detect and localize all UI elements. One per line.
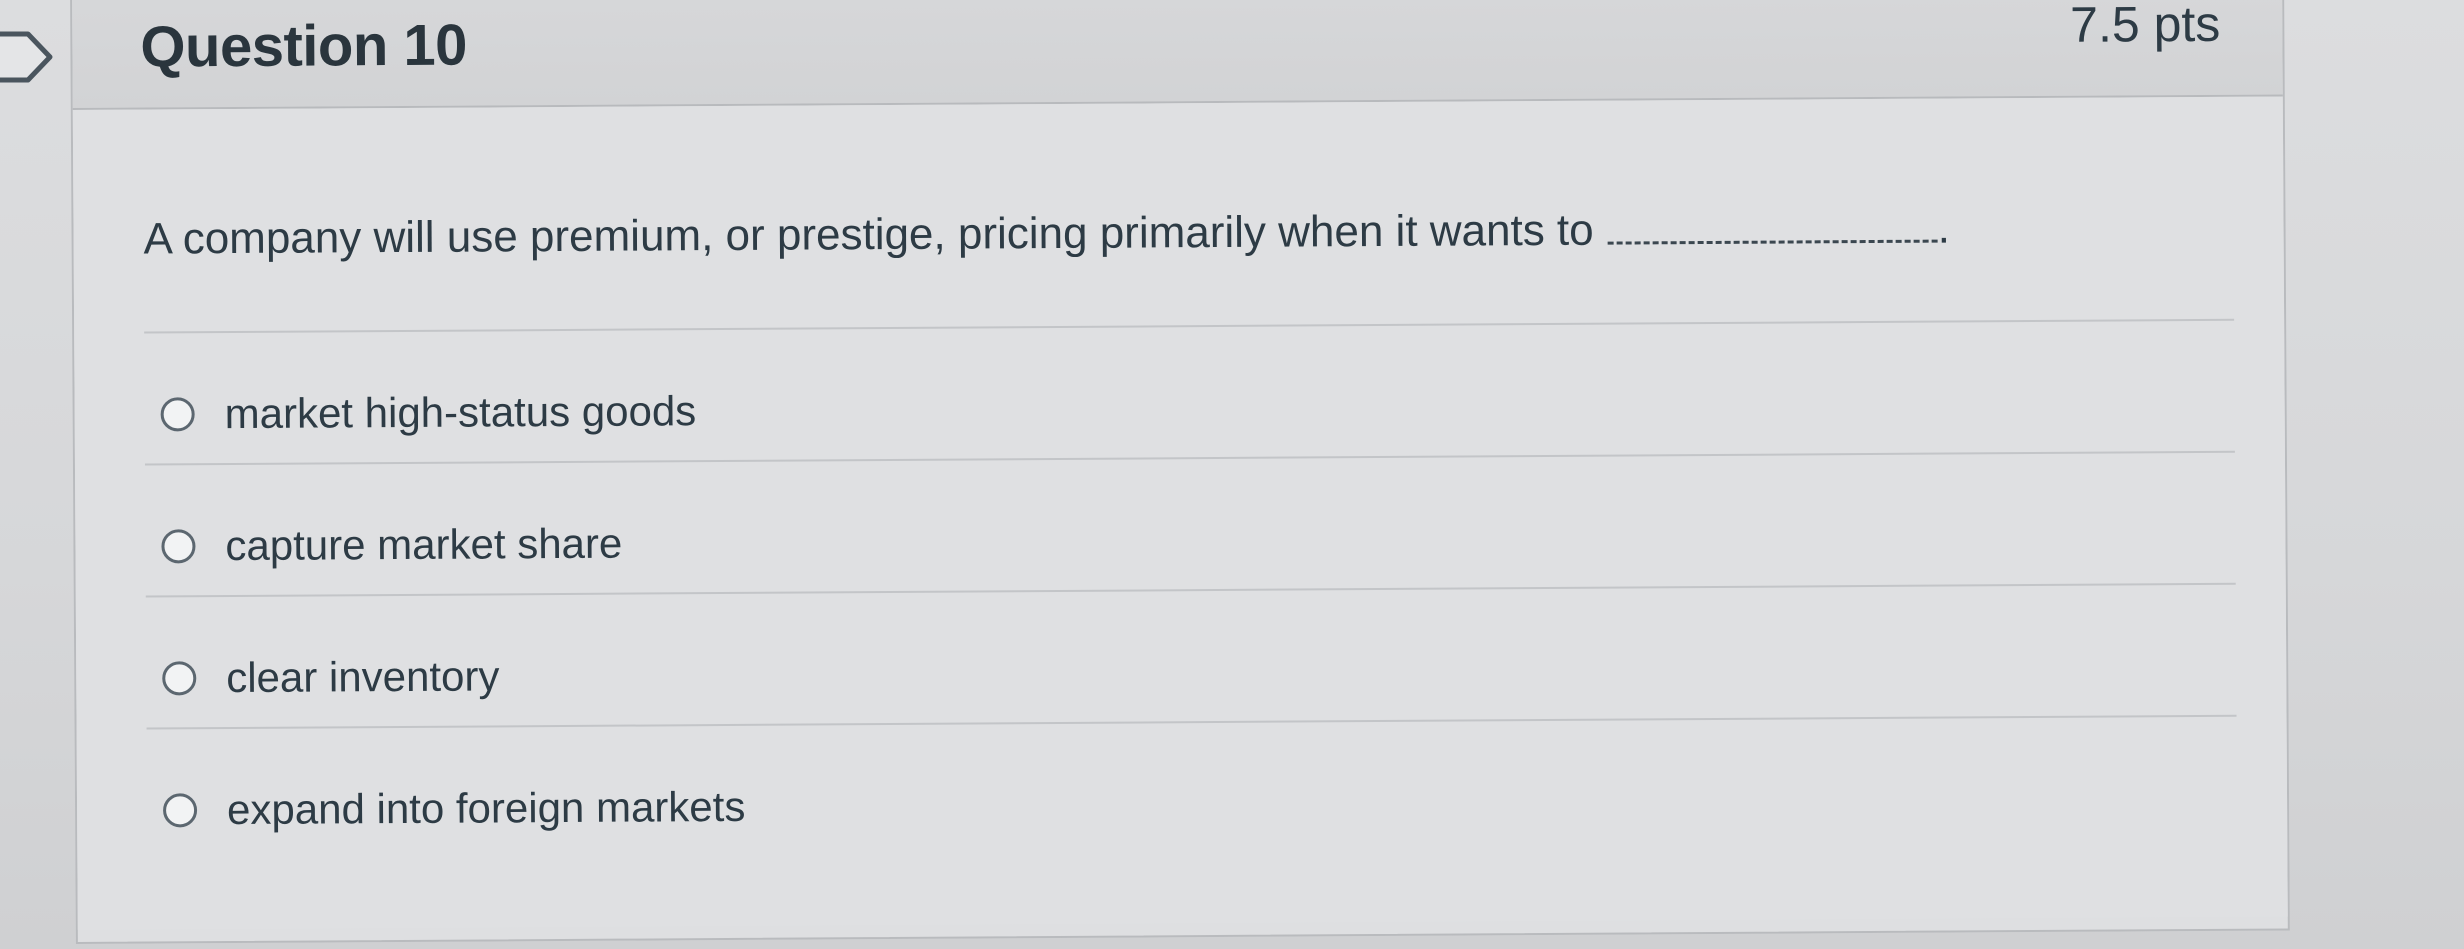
divider — [145, 582, 2236, 598]
question-body: A company will use premium, or prestige,… — [72, 96, 2288, 930]
answer-list: market high-status goods capture market … — [73, 96, 2288, 929]
radio-button[interactable] — [162, 793, 198, 828]
answer-option-1[interactable]: market high-status goods — [160, 376, 696, 449]
radio-button[interactable] — [162, 661, 197, 696]
radio-button[interactable] — [160, 397, 195, 432]
question-card: Question 10 7.5 pts A company will use p… — [70, 0, 2290, 944]
question-title: Question 10 — [140, 12, 468, 80]
answer-option-2[interactable]: capture market share — [161, 509, 622, 582]
flag-icon[interactable] — [0, 28, 60, 86]
answer-option-4[interactable]: expand into foreign markets — [162, 772, 746, 846]
answer-label[interactable]: clear inventory — [226, 652, 499, 702]
answer-label[interactable]: market high-status goods — [225, 387, 697, 438]
answer-option-3[interactable]: clear inventory — [162, 641, 500, 713]
quiz-page: Question 10 7.5 pts A company will use p… — [0, 0, 2464, 949]
answer-label[interactable]: capture market share — [225, 520, 622, 570]
divider — [146, 714, 2237, 730]
answer-label[interactable]: expand into foreign markets — [227, 783, 746, 834]
question-header: Question 10 7.5 pts — [72, 0, 2283, 110]
radio-button[interactable] — [161, 529, 196, 564]
question-points: 7.5 pts — [2070, 0, 2221, 53]
divider — [144, 450, 2235, 466]
